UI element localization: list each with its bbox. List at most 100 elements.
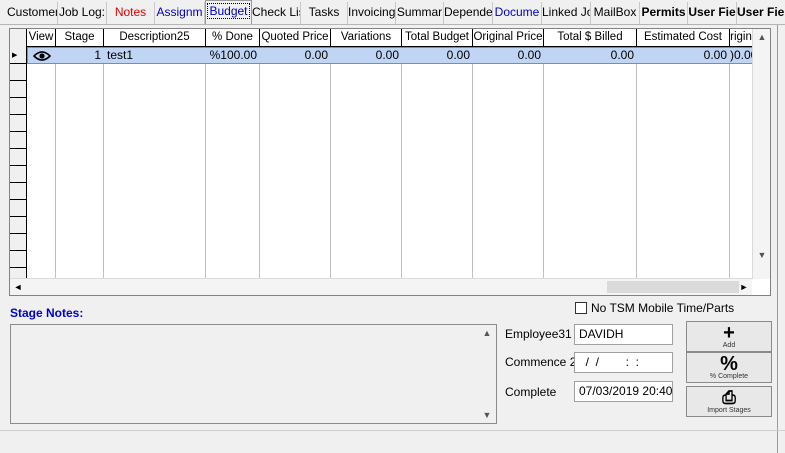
column-header[interactable]: Description25	[104, 29, 206, 47]
column-header[interactable]: Stage	[56, 29, 104, 47]
tab-label: User Fields	[737, 5, 785, 19]
scroll-thumb[interactable]	[607, 281, 739, 293]
tab-docume[interactable]: Docume	[493, 2, 542, 24]
notes-scrollbar[interactable]: ▲ ▼	[479, 325, 496, 423]
row-header-column: ▶	[10, 29, 27, 285]
complete-field[interactable]: 07/03/2019 20:40	[574, 381, 673, 402]
add-button-label: Add	[722, 342, 736, 349]
scroll-up-icon[interactable]: ▲	[479, 325, 495, 341]
plus-icon: +	[723, 322, 735, 344]
tab-label: Permits	[641, 5, 686, 19]
tab-invoicing[interactable]: Invoicing	[348, 2, 396, 24]
column-header[interactable]: Quoted Price	[260, 29, 331, 47]
column-header[interactable]: View	[27, 29, 56, 47]
cell-total-budget[interactable]: 0.00	[402, 47, 473, 64]
row-header[interactable]: ▶	[10, 47, 27, 64]
cell-variations[interactable]: 0.00	[331, 47, 402, 64]
tab-label: Check Lis	[252, 5, 301, 19]
column-line	[103, 47, 104, 279]
tab-depende[interactable]: Depende	[444, 2, 493, 24]
employee-label: Employee31	[505, 327, 572, 341]
row-header[interactable]	[10, 98, 27, 115]
cell-origin[interactable]: )0.00	[730, 47, 753, 64]
complete-label: Complete	[505, 385, 557, 399]
cell-quoted[interactable]: 0.00	[260, 47, 331, 64]
row-header[interactable]	[10, 166, 27, 183]
column-header[interactable]: Original Price	[473, 29, 544, 47]
scroll-down-icon[interactable]: ▼	[754, 247, 770, 263]
panel-divider	[0, 430, 785, 431]
scroll-left-icon[interactable]: ◄	[10, 279, 26, 295]
row-header[interactable]	[10, 200, 27, 217]
tab-label: User Fie	[688, 5, 736, 19]
tab-label: Depende	[444, 5, 493, 19]
row-header[interactable]	[10, 64, 27, 81]
employee-field[interactable]: DAVIDH	[574, 324, 673, 345]
tab-linked-jo[interactable]: Linked Jo	[542, 2, 591, 24]
tab-notes[interactable]: Notes	[107, 2, 155, 24]
cell-est-cost[interactable]: 0.00	[637, 47, 730, 64]
tab-user-fields[interactable]: User Fields	[737, 2, 785, 24]
horizontal-scrollbar[interactable]: ◄ ►	[10, 278, 752, 295]
tab-user-fie[interactable]: User Fie	[688, 2, 737, 24]
tab-check-lis[interactable]: Check Lis	[252, 2, 301, 24]
cell-billed[interactable]: 0.00	[544, 47, 637, 64]
tab-budget[interactable]: Budget	[205, 0, 252, 24]
tab-job-log[interactable]: Job Log:	[58, 2, 107, 24]
panel-edge	[777, 25, 778, 453]
column-line	[636, 47, 637, 279]
column-line	[205, 47, 206, 279]
tab-assignm[interactable]: Assignm	[155, 2, 205, 24]
commence-label: Commence 21	[505, 355, 584, 369]
column-line	[543, 47, 544, 279]
stage-notes-textarea[interactable]: ▲ ▼	[10, 324, 497, 424]
tab-summar[interactable]: Summar	[396, 2, 444, 24]
row-header[interactable]	[10, 251, 27, 268]
import-icon: ⎙	[722, 388, 736, 407]
tab-mailbox[interactable]: MailBox	[591, 2, 640, 24]
row-header[interactable]	[10, 132, 27, 149]
scroll-up-icon[interactable]: ▲	[754, 29, 770, 45]
add-button[interactable]: + Add	[686, 321, 772, 352]
tab-customer[interactable]: Customer	[7, 2, 58, 24]
eye-icon[interactable]	[27, 47, 56, 64]
row-header[interactable]	[10, 115, 27, 132]
row-header[interactable]	[10, 234, 27, 251]
column-header[interactable]: Variations	[331, 29, 402, 47]
column-header[interactable]: Total Budget	[402, 29, 473, 47]
tab-label: Budget	[207, 3, 250, 19]
scroll-right-icon[interactable]: ►	[736, 279, 752, 295]
tab-label: Customer	[7, 5, 58, 19]
percent-complete-label: % Complete	[709, 373, 749, 380]
tab-permits[interactable]: Permits	[640, 2, 688, 24]
tab-tasks[interactable]: Tasks	[301, 2, 348, 24]
tab-label: Invoicing	[348, 5, 396, 19]
column-header[interactable]: % Done	[206, 29, 260, 47]
column-header[interactable]: Total $ Billed	[544, 29, 637, 47]
percent-complete-button[interactable]: % % Complete	[686, 352, 772, 383]
row-header[interactable]	[10, 81, 27, 98]
scroll-down-icon[interactable]: ▼	[479, 407, 495, 423]
row-header[interactable]	[10, 149, 27, 166]
import-stages-button[interactable]: ⎙ Import Stages	[686, 386, 772, 417]
cell-description[interactable]: test1	[104, 47, 206, 64]
row-header[interactable]	[10, 183, 27, 200]
percent-icon: %	[720, 353, 738, 375]
cell-pct-done[interactable]: %100.00	[206, 47, 260, 64]
row-header[interactable]	[10, 217, 27, 234]
cell-original-price[interactable]: 0.00	[473, 47, 544, 64]
tab-label: MailBox	[593, 5, 637, 19]
commence-field[interactable]: / / : :	[574, 352, 673, 373]
cell-stage[interactable]: 1	[56, 47, 104, 64]
column-line	[472, 47, 473, 279]
stage-notes-label: Stage Notes:	[10, 306, 84, 320]
column-header[interactable]: rigin	[730, 29, 753, 47]
tab-label: Notes	[114, 5, 147, 19]
column-line	[55, 47, 56, 279]
vertical-scrollbar[interactable]: ▲ ▼	[752, 29, 770, 279]
no-tsm-checkbox[interactable]	[575, 302, 587, 314]
tab-label: Linked Jo	[542, 5, 591, 19]
column-line	[401, 47, 402, 279]
budget-grid[interactable]: ▶ View Stage Description25% Done Quoted Pri…	[9, 28, 771, 296]
column-header[interactable]: Estimated Cost	[637, 29, 730, 47]
